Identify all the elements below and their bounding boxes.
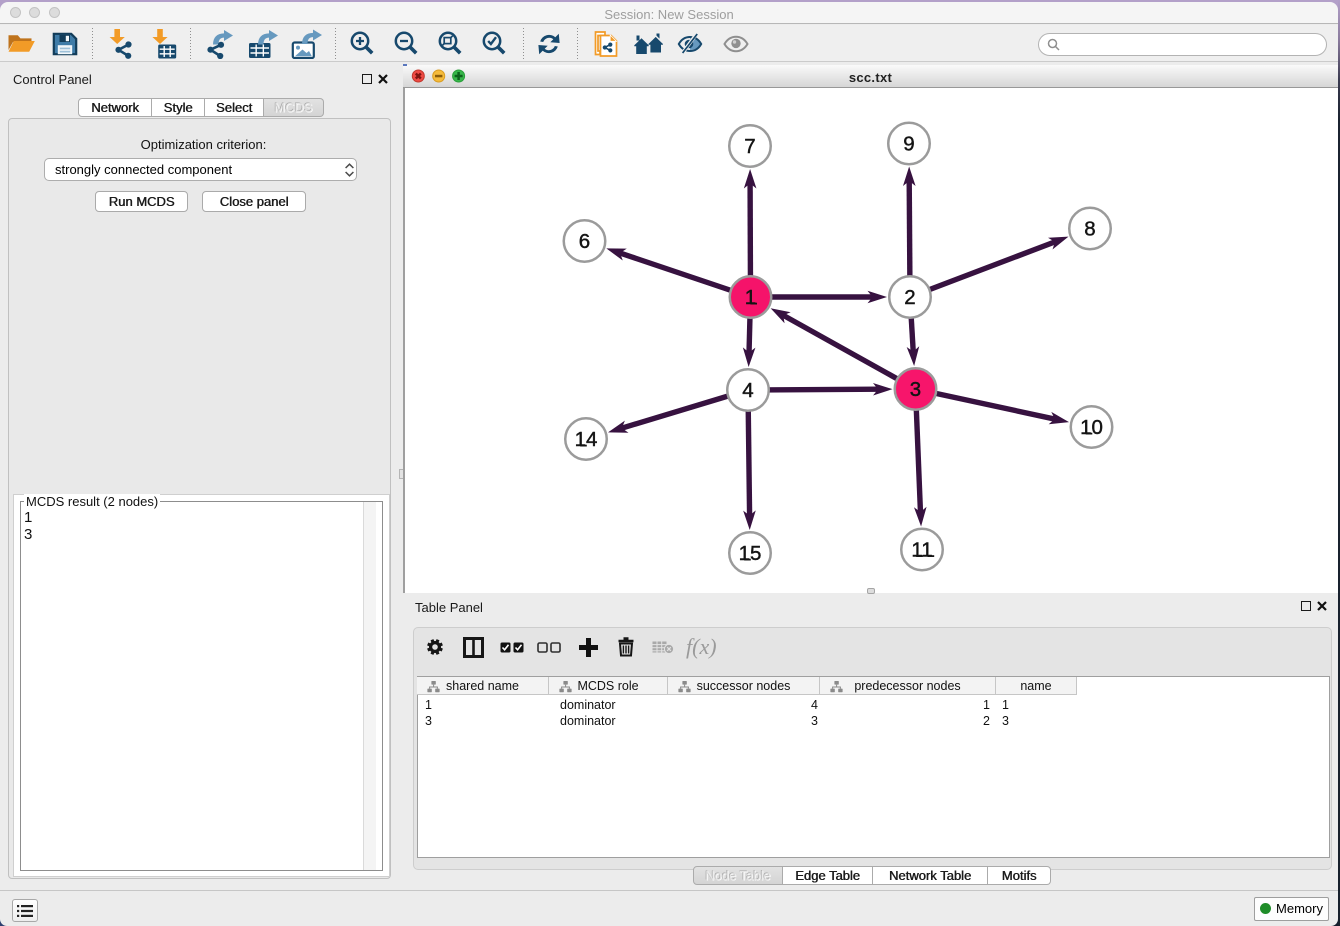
svg-text:14: 14 [575,428,598,451]
svg-text:6: 6 [579,230,590,253]
svg-text:1: 1 [745,286,756,309]
svg-text:11: 11 [911,539,932,562]
svg-text:10: 10 [1080,416,1103,439]
svg-text:2: 2 [904,286,915,309]
svg-text:8: 8 [1084,218,1095,241]
svg-text:9: 9 [903,133,914,156]
svg-text:15: 15 [739,542,762,565]
svg-text:3: 3 [910,378,921,401]
svg-text:4: 4 [742,379,753,402]
svg-text:7: 7 [744,135,755,158]
